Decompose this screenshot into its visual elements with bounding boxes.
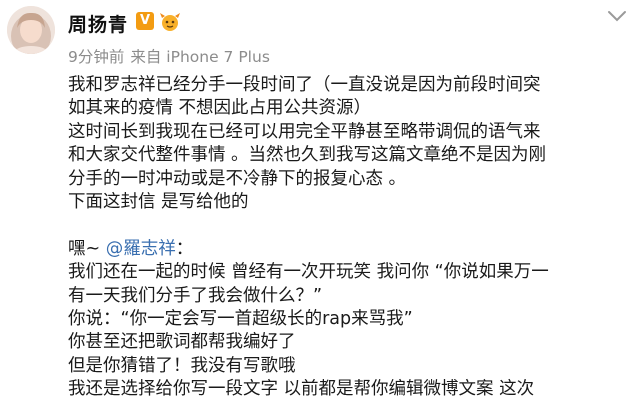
post-line: 这时间长到我现在已经可以用完全平静甚至略带调侃的语气来 [68, 121, 541, 142]
letter-line: 有一天我们分手了我会做什么？” [68, 285, 323, 306]
letter-line: 你甚至还把歌词都帮我编好了 [68, 332, 296, 353]
avatar-photo [7, 6, 55, 54]
post-line: 下面这封信 是写给他的 [68, 192, 249, 213]
post-line: 如其来的疫情 不想因此占用公共资源） [68, 98, 372, 119]
post-source: 来自 iPhone 7 Plus [130, 48, 270, 66]
letter-line: 我还是选择给你写一段文字 以前都是帮你编辑微博文案 这次 [68, 379, 535, 400]
post-time: 9分钟前 [68, 48, 125, 66]
chevron-down-icon[interactable] [606, 8, 628, 24]
verified-badge: V [136, 12, 154, 30]
post-meta: 9分钟前 来自 iPhone 7 Plus [68, 45, 276, 67]
username[interactable]: 周扬青 [68, 10, 128, 37]
avatar[interactable] [7, 6, 55, 54]
member-face-icon [160, 13, 180, 31]
letter-line: 你说：“你一定会写一首超级长的rap来骂我” [68, 309, 413, 330]
post-body: 我和罗志祥已经分手一段时间了（一直没说是因为前段时间突 如其来的疫情 不想因此占… [68, 74, 638, 402]
letter-line: 但是你猜错了！我没有写歌哦 [68, 355, 296, 376]
mention-link[interactable]: @羅志祥 [106, 239, 176, 259]
greeting-prefix: 嘿~ [68, 238, 106, 259]
post-line: 我和罗志祥已经分手一段时间了（一直没说是因为前段时间突 [68, 75, 541, 95]
greeting-suffix: ： [175, 238, 194, 259]
letter-line: 我们还在一起的时候 曾经有一次开玩笑 我问你 “你说如果万一 [68, 262, 549, 283]
post-line: 分手的一时冲动或是不冷静下的报复心态 。 [68, 168, 407, 189]
post-line: 和大家交代整件事情 。当然也久到我写这篇文章绝不是因为刚 [68, 145, 547, 166]
greeting-line: 嘿~ @羅志祥： [68, 238, 638, 261]
